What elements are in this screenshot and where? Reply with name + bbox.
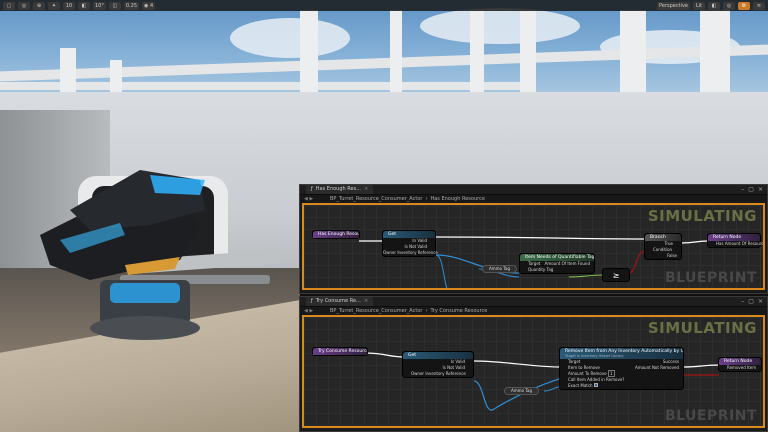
grid-snap-button[interactable]: 10 <box>63 1 75 10</box>
ammo-tag-variable[interactable]: Ammo Tag <box>504 387 540 395</box>
blueprint-tabbar: ƒ Has Enough Res... × – ▢ × <box>300 185 767 195</box>
function-icon: ƒ <box>311 298 313 304</box>
blueprint-watermark: BLUEPRINT <box>664 408 757 424</box>
breadcrumb-item[interactable]: Try Consume Resource <box>430 307 487 315</box>
node-title: Return Node <box>719 358 761 365</box>
blueprint-window-has-enough: ƒ Has Enough Res... × – ▢ × ◀ ▶ BP_Turre… <box>299 184 768 294</box>
node-pin[interactable]: Owner Inventory Reference <box>383 250 438 256</box>
node-pin[interactable]: Owner Inventory Reference <box>403 371 473 377</box>
toolbar-button[interactable]: ◧ <box>78 1 90 10</box>
ammo-tag-variable[interactable]: Ammo Tag <box>482 265 518 273</box>
close-icon[interactable]: × <box>758 186 763 193</box>
cast-node[interactable]: Get Is Valid Is Not Valid Owner Inventor… <box>402 351 474 378</box>
viewport-mode-dropdown[interactable]: Perspective <box>657 1 690 10</box>
node-title: Get <box>383 231 435 238</box>
nav-arrows-icon[interactable]: ◀ ▶ <box>304 307 313 315</box>
tab-title: Has Enough Res... <box>315 186 361 192</box>
minimize-icon[interactable]: – <box>741 298 744 305</box>
item-query-node[interactable]: Item Needs of Quantifiable Tag (by Inven… <box>519 253 595 274</box>
simulating-label: SIMULATING <box>647 207 757 225</box>
node-title: ≥ <box>612 271 620 280</box>
blueprint-tab[interactable]: ƒ Try Consume Re... × <box>306 297 374 306</box>
node-pin[interactable]: Quantity Tag <box>520 267 594 273</box>
branch-node[interactable]: Branch True Condition False <box>644 233 682 260</box>
node-title: Item Needs of Quantifiable Tag (by Inven… <box>520 254 594 261</box>
breadcrumb-separator: › <box>425 196 428 202</box>
camera-speed-button[interactable]: ◉ 4 <box>142 1 156 10</box>
toolbar-button[interactable]: ◎ <box>723 1 735 10</box>
scale-snap-button[interactable]: 0.25 <box>123 1 140 10</box>
viewport-toolbar: ▢ ◎ ⊕ ✦ 10 ◧ 10° ◫ 0.25 ◉ 4 Perspective … <box>0 0 768 11</box>
structure-beam <box>0 82 520 90</box>
cast-node[interactable]: Get In Valid Is Not Valid Owner Inventor… <box>382 230 438 257</box>
toolbar-button[interactable]: ▢ <box>3 1 15 10</box>
node-title: Branch <box>645 234 681 241</box>
node-title: Return Node <box>708 234 760 241</box>
blueprint-watermark: BLUEPRINT <box>664 270 757 286</box>
function-entry-node[interactable]: Has Enough Resource? <box>312 230 360 239</box>
return-node[interactable]: Return Node Has Amount Of Resource Found <box>707 233 763 248</box>
return-node[interactable]: Return Node Removed Item <box>718 357 762 372</box>
settings-icon[interactable]: ⚙ <box>738 1 750 10</box>
breadcrumb-separator: › <box>425 308 428 314</box>
editor-root: ▢ ◎ ⊕ ✦ 10 ◧ 10° ◫ 0.25 ◉ 4 Perspective … <box>0 0 768 432</box>
breadcrumb: ◀ ▶ BP_Turret_Resource_Consumer_Actor › … <box>300 195 767 203</box>
minimize-icon[interactable]: – <box>741 186 744 193</box>
turret-actor[interactable] <box>30 165 280 345</box>
node-title: Has Enough Resource? <box>313 231 359 238</box>
function-entry-node[interactable]: Try Consume Resource <box>312 347 368 356</box>
graph-editor[interactable]: SIMULATING BLUEPRINT Has Enough Resource… <box>302 203 765 290</box>
menu-icon[interactable]: ≡ <box>753 1 765 10</box>
tab-title: Try Consume Re... <box>315 298 361 304</box>
breadcrumb-item[interactable]: BP_Turret_Resource_Consumer_Actor <box>330 307 422 315</box>
simulating-label: SIMULATING <box>647 319 757 337</box>
breadcrumb-item[interactable]: BP_Turret_Resource_Consumer_Actor <box>330 195 422 203</box>
structure-pillar <box>470 10 484 100</box>
toolbar-button[interactable]: ⊕ <box>33 1 45 10</box>
node-title: Get <box>403 352 473 359</box>
structure-pillar <box>700 10 730 100</box>
node-pin[interactable]: Condition False <box>645 247 681 258</box>
toolbar-button[interactable]: ◫ <box>108 1 121 10</box>
blueprint-tab[interactable]: ƒ Has Enough Res... × <box>306 185 374 194</box>
breadcrumb-item[interactable]: Has Enough Resource <box>430 195 484 203</box>
nav-arrows-icon[interactable]: ◀ ▶ <box>304 195 313 203</box>
blueprint-window-try-consume: ƒ Try Consume Re... × – ▢ × ◀ ▶ BP_Turre… <box>299 296 768 432</box>
maximize-icon[interactable]: ▢ <box>748 186 754 193</box>
structure-pillar <box>390 10 402 100</box>
cloud <box>420 8 580 44</box>
function-icon: ƒ <box>311 186 313 192</box>
compare-node[interactable]: ≥ <box>602 268 630 282</box>
window-controls: – ▢ × <box>741 298 767 305</box>
close-icon[interactable]: × <box>364 297 368 306</box>
node-pin[interactable]: Removed Item <box>719 365 761 371</box>
toolbar-button[interactable]: ◎ <box>18 1 30 10</box>
window-controls: – ▢ × <box>741 186 767 193</box>
lit-mode-dropdown[interactable]: Lit <box>693 1 705 10</box>
exact-match-checkbox[interactable] <box>593 383 598 387</box>
toolbar-button[interactable]: ◧ <box>708 1 720 10</box>
close-icon[interactable]: × <box>364 185 368 194</box>
graph-editor[interactable]: SIMULATING BLUEPRINT Try Consume Resourc… <box>302 315 765 428</box>
rotation-snap-button[interactable]: 10° <box>93 1 106 10</box>
remove-item-node[interactable]: Remove Item from Any Inventory Automatic… <box>559 347 684 390</box>
node-pin[interactable]: Has Amount Of Resource Found <box>708 241 763 247</box>
toolbar-button[interactable]: ✦ <box>48 1 60 10</box>
amount-input[interactable]: 1 <box>608 370 615 377</box>
blueprint-tabbar: ƒ Try Consume Re... × – ▢ × <box>300 297 767 307</box>
node-title: Try Consume Resource <box>313 348 367 355</box>
node-pin[interactable]: Exact Match <box>560 383 683 389</box>
structure-pillar <box>620 10 646 100</box>
node-title: Remove Item from Any Inventory Automatic… <box>560 348 683 359</box>
cloud <box>230 18 350 58</box>
maximize-icon[interactable]: ▢ <box>748 298 754 305</box>
close-icon[interactable]: × <box>758 298 763 305</box>
breadcrumb: ◀ ▶ BP_Turret_Resource_Consumer_Actor › … <box>300 307 767 315</box>
